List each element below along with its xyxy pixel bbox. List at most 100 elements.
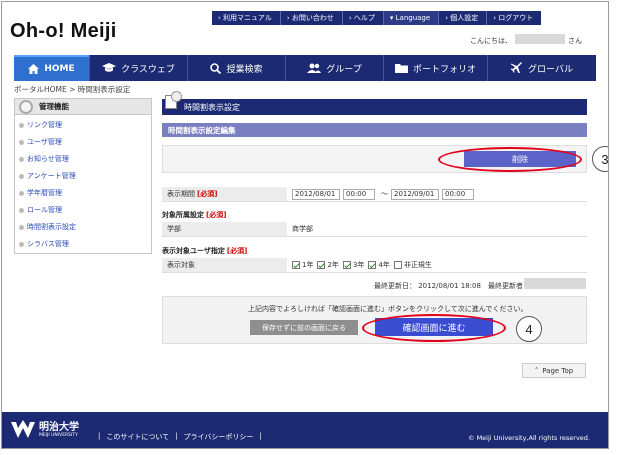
checkbox-grade-1[interactable]: 1年 [292,260,313,270]
graduation-cap-icon [102,63,117,72]
checkbox-checked-icon [368,261,377,269]
sidebar-item-calendar-management[interactable]: 学年暦管理 [15,185,151,202]
display-period-label: 表示期間 [必須] [162,187,287,201]
annotation-number-3: 3 [592,146,608,172]
target-checkboxes: 1年 2年 3年 4年 非正規生 [287,260,436,270]
sidebar-item-syllabus-management[interactable]: シラバス管理 [15,236,151,253]
footer-links: | このサイトについて | プライバシーポリシー | [98,432,262,442]
footer-univ-name-en: MEIJI UNIVERSITY [39,432,78,438]
util-language-select[interactable]: ▾ Language [382,11,439,25]
nav-label: グループ [326,64,362,75]
util-link-manual[interactable]: › 利用マニュアル [212,11,280,25]
target-label: 表示対象 [162,258,287,272]
folder-icon [394,64,408,73]
footer-divider: | [175,432,178,440]
greeting-suffix: さん [568,37,582,45]
meiji-university-mark-icon [11,420,35,438]
footer-copyright: © Meiji University,All rights reserved. [468,434,590,442]
sidebar-item-survey-management[interactable]: アンケート管理 [15,168,151,185]
nav-label: 授業検索 [226,64,263,75]
required-badge: [必須] [206,211,227,219]
home-icon [28,64,40,74]
footer-divider: | [98,432,101,440]
period-separator: ～ [381,190,388,198]
footer-link-about[interactable]: このサイトについて [106,432,169,442]
footer-logo[interactable]: 明治大学 MEIJI UNIVERSITY [10,420,79,440]
sidebar-header: 管理機能 [15,99,151,115]
sidebar-title: 管理機能 [39,102,69,111]
target-row: 表示対象 1年 2年 3年 4年 非正規生 [162,258,587,273]
faculty-row: 学部 商学部 [162,222,587,237]
utility-bar: › 利用マニュアル › お問い合わせ › ヘルプ ▾ Language › 個人… [212,11,542,25]
util-link-settings[interactable]: › 個人設定 [438,11,486,25]
main-nav: HOME クラスウェブ 授業検索 グループ ポートフォリオ グローバル [14,55,596,81]
gear-icon [19,99,33,114]
arrow-up-icon: ˄ [534,366,539,375]
site-logo[interactable]: Oh-o! Meiji [10,20,117,43]
nav-tab-classweb[interactable]: クラスウェブ [89,55,187,81]
content-title-bar: 時間割表示設定 [162,91,587,115]
airplane-icon [511,62,523,73]
sidebar-item-link-management[interactable]: リンク管理 [15,117,151,134]
group-icon [307,63,322,73]
checkbox-non-regular[interactable]: 非正規生 [393,260,432,270]
footer-divider: | [259,432,262,440]
sidebar-item-notice-management[interactable]: お知らせ管理 [15,151,151,168]
checkbox-checked-icon [292,261,300,269]
required-badge: [必須] [226,247,248,255]
page-frame: › 利用マニュアル › お問い合わせ › ヘルプ ▾ Language › 個人… [1,1,609,449]
section-subtitle: 時間割表示設定編集 [162,123,587,137]
faculty-value: 商学部 [292,225,313,233]
faculty-label: 学部 [162,222,287,236]
nav-label: HOME [44,64,75,74]
nav-tab-portfolio[interactable]: ポートフォリオ [383,55,487,81]
display-period-row: 表示期間 [必須] 2012/08/01 00:00 ～ 2012/09/01 … [162,187,587,202]
breadcrumb[interactable]: ポータルHOME > 時間割表示設定 [14,84,130,95]
util-link-logout[interactable]: › ログアウト [486,11,541,25]
sidebar-item-timetable-settings[interactable]: 時間割表示設定 [15,219,151,236]
start-date-input[interactable]: 2012/08/01 [292,188,340,200]
updater-redacted [524,278,586,289]
util-link-contact[interactable]: › お問い合わせ [279,11,342,25]
back-without-saving-button[interactable]: 保存せずに前の画面に戻る [250,320,358,335]
sidebar-list: リンク管理 ユーザ管理 お知らせ管理 アンケート管理 学年暦管理 ロール管理 時… [15,115,151,253]
checkbox-grade-2[interactable]: 2年 [317,260,339,270]
end-date-input[interactable]: 2012/09/01 [391,188,439,200]
page-top-button[interactable]: ˄ Page Top [522,363,586,378]
nav-tab-home[interactable]: HOME [14,55,89,81]
org-section-heading: 対象所属設定 [必須] [162,211,227,219]
required-badge: [必須] [197,190,218,198]
nav-label: グローバル [528,64,573,75]
confirm-instruction: 上記内容でよろしければ「確認画面に進む」ボタンをクリックして次に進んでください。 [248,305,528,313]
footer-link-privacy[interactable]: プライバシーポリシー [184,432,254,442]
util-link-help[interactable]: › ヘルプ [341,11,383,25]
greeting-prefix: こんにちは、 [470,37,512,45]
document-settings-icon [165,91,182,109]
last-updated-text: 最終更新日： 2012/08/01 18:08 最終更新者： [374,282,530,290]
search-icon [210,62,222,74]
checkbox-unchecked-icon [393,261,402,269]
annotation-number-4: 4 [516,316,542,342]
footer: 明治大学 MEIJI UNIVERSITY | このサイトについて | プライバ… [2,412,608,448]
target-section-heading: 表示対象ユーザ指定 [必須] [162,247,248,255]
sidebar-item-role-management[interactable]: ロール管理 [15,202,151,219]
annotation-highlight-ring [438,147,582,172]
nav-tab-group[interactable]: グループ [285,55,383,81]
checkbox-checked-icon [342,261,351,269]
annotation-highlight-ring [362,314,506,342]
sidebar-item-user-management[interactable]: ユーザ管理 [15,134,151,151]
page-title: 時間割表示設定 [184,102,240,112]
nav-label: ポートフォリオ [412,64,476,75]
checkbox-checked-icon [317,261,326,269]
end-time-input[interactable]: 00:00 [442,188,474,200]
checkbox-grade-3[interactable]: 3年 [342,260,364,270]
start-time-input[interactable]: 00:00 [343,188,375,200]
footer-univ-name: 明治大学 [39,421,79,433]
sidebar: 管理機能 リンク管理 ユーザ管理 お知らせ管理 アンケート管理 学年暦管理 ロー… [14,98,152,254]
nav-tab-global[interactable]: グローバル [487,55,596,81]
username-redacted [515,34,565,44]
nav-tab-course-search[interactable]: 授業検索 [187,55,285,81]
nav-label: クラスウェブ [121,64,175,75]
display-period-values: 2012/08/01 00:00 ～ 2012/09/01 00:00 [287,188,477,200]
checkbox-grade-4[interactable]: 4年 [368,260,390,270]
